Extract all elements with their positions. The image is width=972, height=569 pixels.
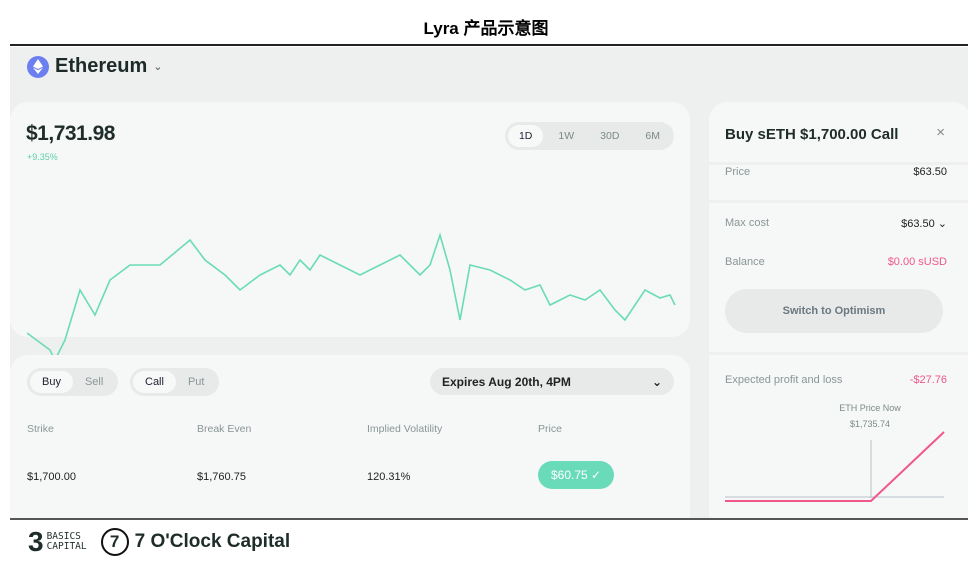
page-title: Lyra 产品示意图 — [423, 19, 549, 38]
sell-tab[interactable]: Sell — [73, 371, 115, 393]
range-30d[interactable]: 30D — [589, 125, 630, 147]
price-series-line — [27, 232, 676, 362]
chevron-down-icon: ⌄ — [651, 375, 662, 389]
footer-logos: 3 BASICS CAPITAL 7 7 O'Clock Capital — [28, 528, 290, 556]
price-row: Price $63.50 — [725, 166, 947, 178]
asset-selector[interactable]: Ethereum ⌄ — [27, 55, 162, 78]
range-selector: 1D 1W 30D 6M — [504, 122, 674, 150]
option-price-button[interactable]: $60.75 ✓ — [538, 461, 615, 489]
iv-value: 120.31% — [367, 471, 411, 483]
break-even-value: $1,760.75 — [197, 471, 246, 483]
pnl-chart — [725, 431, 945, 502]
strike-value: $1,700.00 — [27, 471, 76, 483]
price-line-chart — [27, 232, 676, 362]
call-tab[interactable]: Call — [133, 371, 176, 393]
price-change: +9.35% — [27, 152, 58, 162]
max-cost-row[interactable]: Max cost $63.50 ⌄ — [725, 217, 947, 230]
order-panel: Buy sETH $1,700.00 Call × Price $63.50 Ma… — [709, 102, 968, 518]
chevron-down-icon: ⌄ — [153, 61, 163, 73]
buy-tab[interactable]: Buy — [30, 371, 73, 393]
lyra-app: Ethereum ⌄ $1,731.98 +9.35% 1D 1W 30D 6M… — [10, 47, 968, 518]
options-card: Buy Sell Call Put Expires Aug 20th, 4PM ⌄… — [10, 355, 690, 518]
side-toggle: Buy Sell — [27, 368, 119, 396]
expiry-dropdown[interactable]: Expires Aug 20th, 4PM ⌄ — [430, 368, 674, 395]
range-6m[interactable]: 6M — [634, 125, 671, 147]
range-1w[interactable]: 1W — [547, 125, 585, 147]
expiry-label: Expires Aug 20th, 4PM — [442, 375, 571, 389]
pnl-line — [725, 431, 945, 502]
header-price: Price — [538, 423, 562, 435]
balance-row: Balance $0.00 sUSD — [725, 256, 947, 268]
divider — [10, 518, 968, 520]
asset-name: Ethereum — [55, 55, 148, 77]
pnl-row: Expected profit and loss -$27.76 — [725, 374, 947, 386]
current-price: $1,731.98 — [26, 122, 115, 145]
put-tab[interactable]: Put — [176, 371, 217, 393]
price-chart-card: $1,731.98 +9.35% 1D 1W 30D 6M — [10, 102, 690, 362]
header-iv: Implied Volatility — [367, 423, 443, 435]
header-break-even: Break Even — [197, 423, 252, 435]
range-1d[interactable]: 1D — [507, 125, 544, 147]
basics-capital-logo: 3 BASICS CAPITAL — [28, 526, 87, 557]
seven-oclock-capital-logo: 7 7 O'Clock Capital — [100, 528, 290, 556]
close-icon[interactable]: × — [936, 124, 945, 141]
ethereum-icon — [27, 55, 49, 78]
type-toggle: Call Put — [130, 368, 220, 396]
switch-network-button[interactable]: Switch to Optimism — [725, 289, 943, 333]
header-strike: Strike — [27, 423, 54, 435]
divider — [10, 44, 968, 46]
order-title: Buy sETH $1,700.00 Call — [725, 126, 899, 143]
